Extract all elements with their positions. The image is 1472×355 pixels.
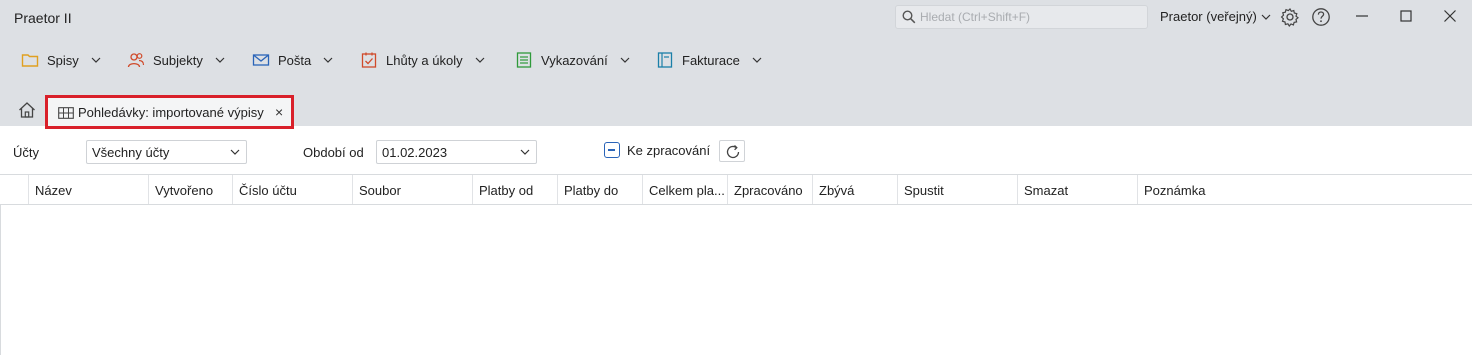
menu-label: Spisy bbox=[47, 52, 79, 68]
chevron-down-icon bbox=[215, 57, 225, 63]
menu-posta[interactable]: Pošta bbox=[252, 49, 333, 71]
table-icon bbox=[58, 107, 74, 119]
help-icon[interactable] bbox=[1311, 7, 1331, 27]
menu-label: Vykazování bbox=[541, 52, 608, 68]
column-header[interactable]: Vytvořeno bbox=[148, 175, 232, 204]
search-icon bbox=[902, 10, 916, 24]
column-header[interactable]: Soubor bbox=[352, 175, 472, 204]
pending-checkbox[interactable] bbox=[604, 142, 620, 158]
folder-icon bbox=[21, 54, 39, 67]
accounts-value: Všechny účty bbox=[92, 145, 170, 160]
table-body[interactable] bbox=[0, 205, 1472, 355]
menu-label: Pošta bbox=[278, 52, 312, 68]
column-header[interactable]: Celkem pla... bbox=[642, 175, 727, 204]
column-header[interactable]: Smazat bbox=[1017, 175, 1137, 204]
period-label: Období od bbox=[303, 145, 364, 160]
menu-lhuty[interactable]: Lhůty a úkoly bbox=[360, 49, 485, 71]
column-header[interactable]: Zpracováno bbox=[727, 175, 812, 204]
chevron-down-icon bbox=[475, 57, 485, 63]
search-box[interactable] bbox=[895, 5, 1148, 29]
column-header[interactable]: Zbývá bbox=[812, 175, 897, 204]
menu-spisy[interactable]: Spisy bbox=[21, 49, 101, 71]
pending-label: Ke zpracování bbox=[627, 143, 711, 158]
accounts-label: Účty bbox=[13, 145, 39, 160]
column-header[interactable]: Poznámka bbox=[1137, 175, 1472, 204]
close-tab-button[interactable]: × bbox=[275, 104, 283, 120]
chevron-down-icon bbox=[620, 57, 630, 63]
profile-label: Praetor (veřejný) bbox=[1160, 9, 1257, 24]
app-title: Praetor II bbox=[14, 10, 72, 26]
period-select[interactable]: 01.02.2023 bbox=[376, 140, 537, 164]
column-header[interactable]: Platby od bbox=[472, 175, 557, 204]
menu-vykazovani[interactable]: Vykazování bbox=[515, 49, 630, 71]
filter-bar: Účty Všechny účty Období od 01.02.2023 K… bbox=[0, 140, 1472, 166]
menu-fakturace[interactable]: Fakturace bbox=[656, 49, 762, 71]
chevron-down-icon bbox=[323, 57, 333, 63]
column-header[interactable]: Název bbox=[28, 175, 148, 204]
search-input[interactable] bbox=[920, 8, 1144, 26]
column-header[interactable]: Číslo účtu bbox=[232, 175, 352, 204]
chevron-down-icon bbox=[1261, 14, 1271, 20]
minimize-icon[interactable] bbox=[1355, 8, 1369, 22]
refresh-button[interactable] bbox=[719, 140, 745, 162]
menu-label: Subjekty bbox=[153, 52, 203, 68]
refresh-icon bbox=[726, 145, 740, 159]
close-icon[interactable] bbox=[1443, 9, 1457, 23]
chevron-down-icon bbox=[520, 149, 530, 155]
gear-icon[interactable] bbox=[1280, 7, 1300, 27]
home-icon[interactable] bbox=[18, 101, 36, 119]
menu-subjekty[interactable]: Subjekty bbox=[127, 49, 225, 71]
users-icon bbox=[127, 53, 145, 68]
table-header: Název Vytvořeno Číslo účtu Soubor Platby… bbox=[0, 174, 1472, 205]
tab-pohledavky[interactable]: Pohledávky: importované výpisy × bbox=[45, 95, 294, 129]
column-header[interactable]: Platby do bbox=[557, 175, 642, 204]
period-value: 01.02.2023 bbox=[382, 145, 448, 160]
chevron-down-icon bbox=[230, 149, 240, 155]
maximize-icon[interactable] bbox=[1400, 10, 1412, 22]
chevron-down-icon bbox=[752, 57, 762, 63]
chevron-down-icon bbox=[91, 57, 101, 63]
mail-icon bbox=[252, 54, 270, 66]
column-selector[interactable] bbox=[0, 175, 28, 204]
calendar-check-icon bbox=[361, 52, 377, 68]
title-bar: Praetor II Praetor (veřejný) Spisy Subje… bbox=[0, 0, 1472, 129]
list-sheet-icon bbox=[516, 52, 532, 68]
profile-dropdown[interactable]: Praetor (veřejný) bbox=[1160, 9, 1271, 24]
menu-label: Fakturace bbox=[682, 52, 740, 68]
main-menu: Spisy Subjekty Pošta Lhůty a úkoly Vykaz… bbox=[0, 49, 1472, 71]
accounts-select[interactable]: Všechny účty bbox=[86, 140, 247, 164]
menu-label: Lhůty a úkoly bbox=[386, 52, 463, 68]
column-header[interactable]: Spustit bbox=[897, 175, 1017, 204]
tab-label: Pohledávky: importované výpisy bbox=[78, 105, 264, 120]
invoice-icon bbox=[657, 52, 673, 68]
